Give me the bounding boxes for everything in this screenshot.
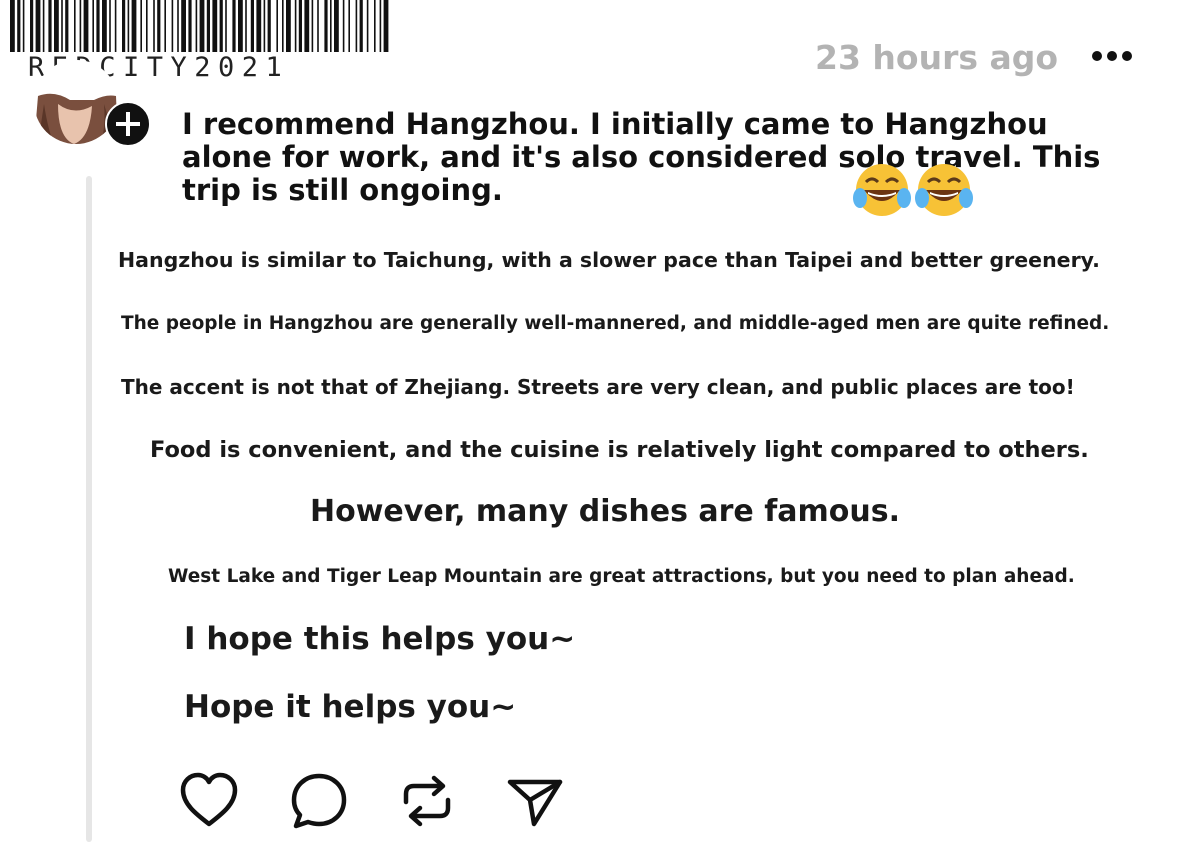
comment-button[interactable] [288, 770, 350, 832]
barcode-bar [171, 0, 174, 52]
barcode-bar [212, 0, 218, 52]
barcode-bar [366, 0, 369, 52]
barcode-bar [282, 0, 284, 52]
barcode-bar [342, 0, 345, 52]
barcode-bar [17, 0, 21, 52]
barcode-bar [232, 0, 236, 52]
barcode-bar [374, 0, 376, 52]
barcode-bar [245, 0, 247, 52]
barcode-bar [61, 0, 63, 52]
repost-icon [403, 775, 451, 827]
barcode-bar [330, 0, 332, 52]
barcode-bar [206, 0, 210, 52]
barcode-bar [181, 0, 186, 52]
barcode-bar [294, 0, 297, 52]
barcode-bar [109, 0, 111, 52]
barcode-bar [74, 0, 76, 52]
barcode-bar [65, 0, 69, 52]
barcode-bar [199, 0, 205, 52]
share-button[interactable] [504, 770, 566, 832]
barcode-bar [102, 0, 107, 52]
barcode-bar [304, 0, 310, 52]
barcode-bar [359, 0, 363, 52]
barcode-bar [48, 0, 52, 52]
post-line-1: Hangzhou is similar to Taichung, with a … [118, 248, 1100, 272]
more-icon[interactable] [1090, 46, 1134, 66]
post-line-6: West Lake and Tiger Leap Mountain are gr… [168, 566, 1075, 587]
barcode-bar [22, 0, 25, 52]
like-button[interactable] [178, 770, 240, 832]
follow-button[interactable] [104, 100, 152, 148]
repost-button[interactable] [396, 770, 458, 832]
barcode-bar [195, 0, 198, 52]
barcode-bar [355, 0, 358, 52]
barcode-bar [276, 0, 278, 52]
barcode-bar [30, 0, 34, 52]
barcode-bar [256, 0, 262, 52]
barcode-bar [131, 0, 137, 52]
barcode-bar [188, 0, 192, 52]
post-line-7: I hope this helps you~ [184, 621, 576, 657]
barcode-bar [83, 0, 89, 52]
post-line-5: However, many dishes are famous. [310, 494, 900, 529]
laughing-emoji-pair [852, 162, 976, 218]
barcode-bar [140, 0, 142, 52]
barcode-bar [219, 0, 223, 52]
post-line-2: The people in Hangzhou are generally wel… [121, 313, 1110, 334]
post-timestamp: 23 hours ago [815, 38, 1059, 77]
barcode-bar [286, 0, 291, 52]
barcode-bar [225, 0, 227, 52]
thread-line [86, 176, 92, 842]
barcode-bar [114, 0, 117, 52]
barcode-bar [10, 0, 15, 52]
barcode-bar [122, 0, 126, 52]
plus-icon [105, 101, 151, 147]
barcode-bar [334, 0, 339, 52]
barcode-bar [79, 0, 82, 52]
heart-icon [180, 772, 238, 827]
barcode-bar [298, 0, 302, 52]
barcode-bar [317, 0, 319, 52]
barcode-bar [177, 0, 179, 52]
barcode-bar [127, 0, 130, 52]
comment-icon [291, 773, 347, 829]
barcode-bar [42, 0, 45, 52]
barcode-bar [311, 0, 314, 52]
barcode-bar [324, 0, 328, 52]
barcode-bar [379, 0, 382, 52]
post-line-4: Food is convenient, and the cuisine is r… [150, 437, 1089, 463]
send-icon [507, 779, 563, 827]
laughing-crying-emoji-1 [853, 164, 911, 216]
barcode-bar [164, 0, 166, 52]
barcode-bar [54, 0, 59, 52]
barcode-bar [238, 0, 243, 52]
laughing-crying-emoji-2 [915, 164, 973, 216]
barcode-bar [92, 0, 94, 52]
barcode-bar [267, 0, 271, 52]
barcode-bar [96, 0, 100, 52]
post-line-3: The accent is not that of Zhejiang. Stre… [121, 375, 1075, 399]
barcode-bar [383, 0, 389, 52]
barcode-bar [348, 0, 350, 52]
barcode-bar [157, 0, 161, 52]
barcode-bar [35, 0, 41, 52]
barcode-logo [10, 0, 390, 52]
barcode-bar [153, 0, 155, 52]
barcode-bar [250, 0, 254, 52]
barcode-bar [263, 0, 266, 52]
post-line-8: Hope it helps you~ [184, 689, 517, 725]
barcode-bar [146, 0, 148, 52]
